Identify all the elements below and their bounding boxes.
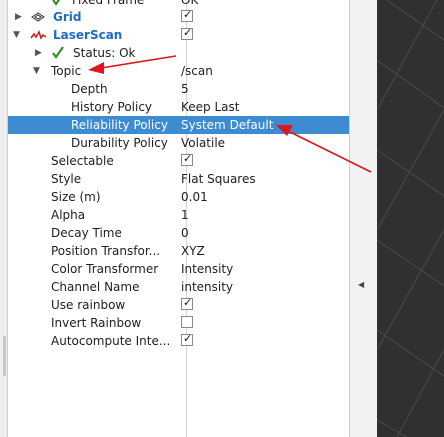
red-annotation-arrow-reliability <box>276 125 372 173</box>
annotation-overlay <box>88 55 372 173</box>
red-annotation-arrow-topic <box>88 55 177 74</box>
